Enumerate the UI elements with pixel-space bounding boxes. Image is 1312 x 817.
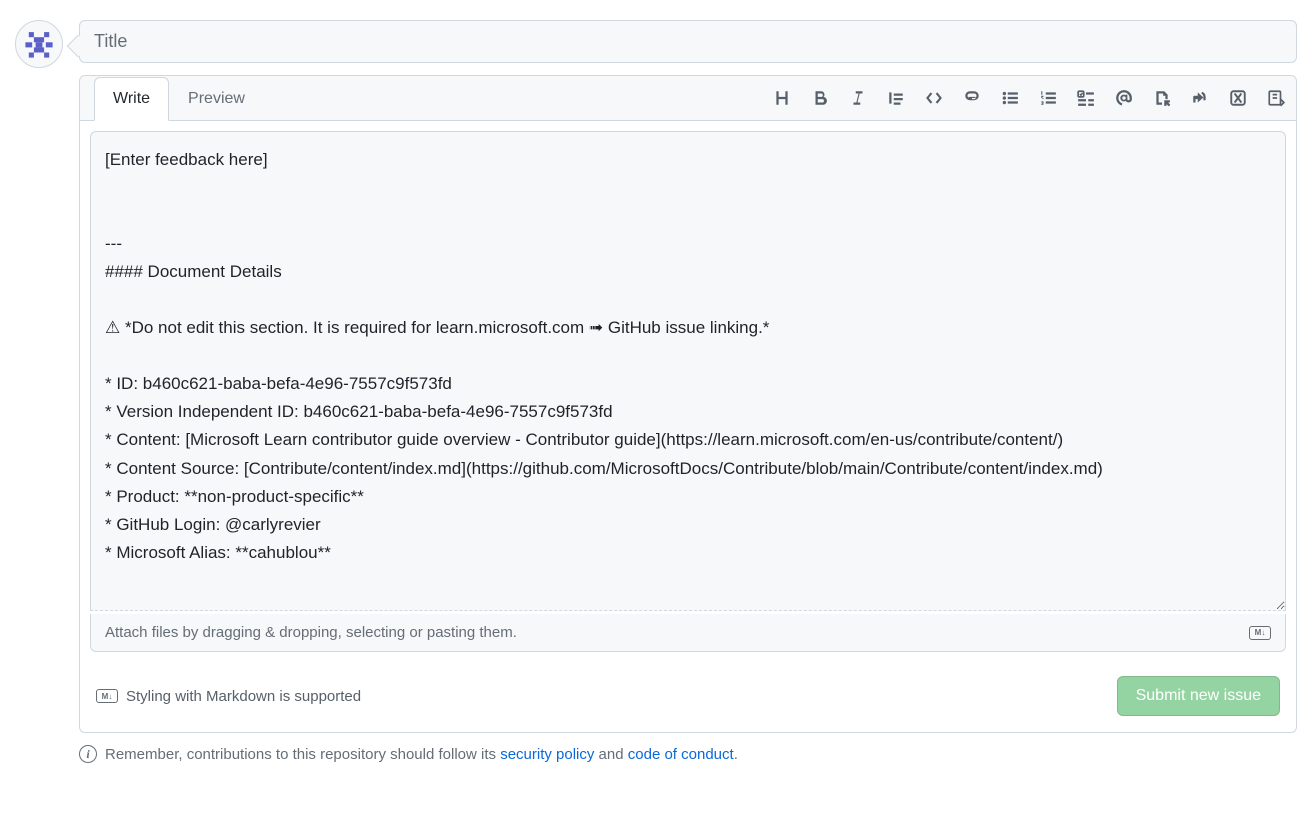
submit-new-issue-button[interactable]: Submit new issue (1117, 676, 1280, 716)
notice-text: Remember, contributions to this reposito… (105, 746, 738, 763)
tab-write[interactable]: Write (94, 77, 169, 121)
tab-preview[interactable]: Preview (169, 77, 264, 121)
avatar-pixel-icon (22, 27, 56, 61)
cross-reference-icon[interactable] (1152, 88, 1172, 108)
tab-row: Write Preview (80, 76, 1296, 121)
security-policy-link[interactable]: security policy (500, 746, 594, 763)
main-column: Write Preview (79, 20, 1297, 763)
issue-form: Write Preview (15, 20, 1297, 763)
ordered-list-icon[interactable] (1038, 88, 1058, 108)
reply-icon[interactable] (1190, 88, 1210, 108)
title-input[interactable] (79, 20, 1297, 63)
info-icon: i (79, 745, 97, 763)
code-of-conduct-link[interactable]: code of conduct (628, 746, 734, 763)
markdown-badge-icon[interactable]: M↓ (1249, 626, 1271, 640)
task-list-icon[interactable] (1076, 88, 1096, 108)
comment-box: Write Preview (79, 75, 1297, 733)
bold-icon[interactable] (810, 88, 830, 108)
comment-textarea[interactable] (90, 131, 1286, 611)
markdown-toolbar (772, 88, 1286, 108)
styling-hint-text: Styling with Markdown is supported (126, 688, 361, 705)
notice-middle: and (594, 746, 627, 763)
notice-prefix: Remember, contributions to this reposito… (105, 746, 500, 763)
avatar-column (15, 20, 63, 763)
footer-row: M↓ Styling with Markdown is supported Su… (80, 662, 1296, 732)
mention-icon[interactable] (1114, 88, 1134, 108)
link-icon[interactable] (962, 88, 982, 108)
saved-replies-icon[interactable] (1266, 88, 1286, 108)
italic-icon[interactable] (848, 88, 868, 108)
editor-area (80, 121, 1296, 624)
markdown-badge-icon: M↓ (96, 689, 118, 703)
styling-hint[interactable]: M↓ Styling with Markdown is supported (96, 688, 361, 705)
heading-icon[interactable] (772, 88, 792, 108)
tabs: Write Preview (80, 76, 264, 120)
avatar[interactable] (15, 20, 63, 68)
attach-row[interactable]: Attach files by dragging & dropping, sel… (90, 614, 1286, 652)
code-icon[interactable] (924, 88, 944, 108)
contribution-notice: i Remember, contributions to this reposi… (79, 745, 1297, 763)
notice-suffix: . (734, 746, 738, 763)
quote-icon[interactable] (886, 88, 906, 108)
unordered-list-icon[interactable] (1000, 88, 1020, 108)
attach-hint-text: Attach files by dragging & dropping, sel… (105, 624, 517, 641)
checkbox-icon[interactable] (1228, 88, 1248, 108)
